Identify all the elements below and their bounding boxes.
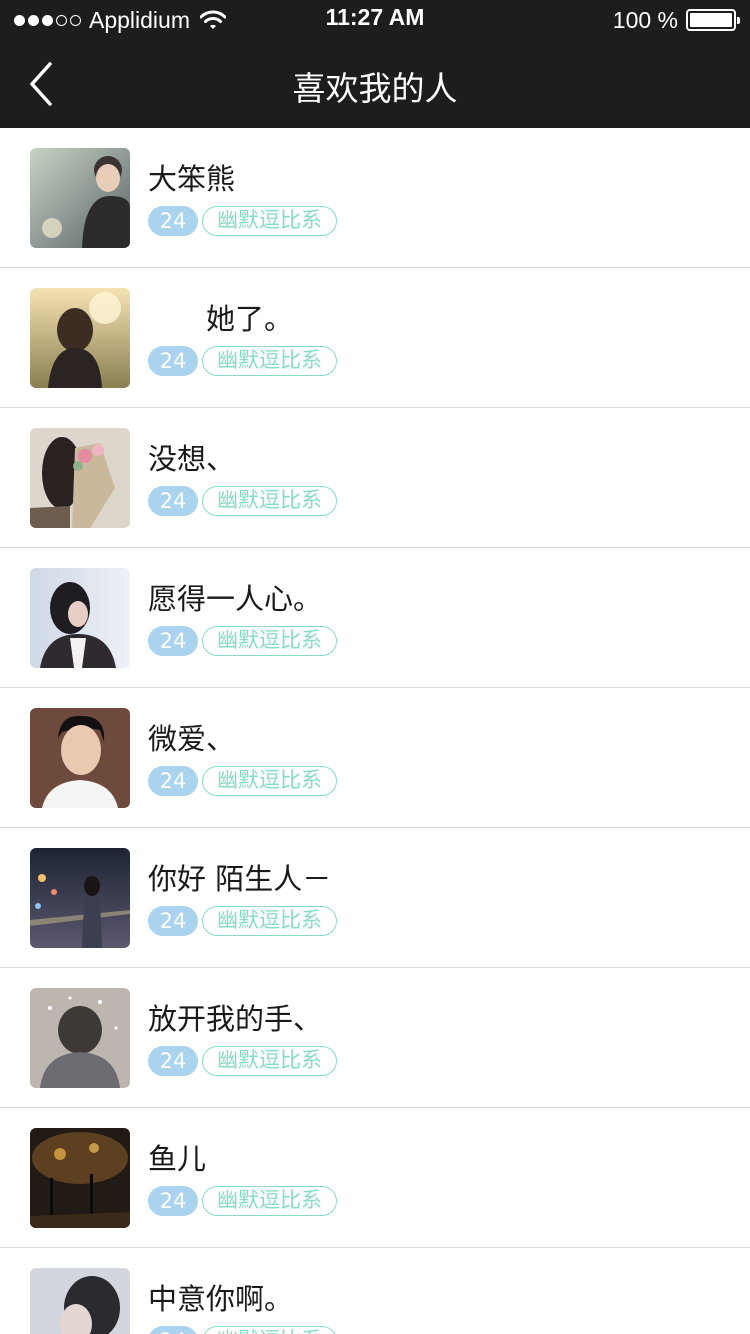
status-right: 100 % bbox=[612, 6, 740, 34]
user-name: 中意你啊。 bbox=[148, 1282, 294, 1316]
user-tags: 24 幽默逗比系 bbox=[148, 626, 337, 656]
status-bar: Applidium 11:27 AM 100 % bbox=[0, 0, 750, 40]
personality-tag: 幽默逗比系 bbox=[202, 1186, 337, 1216]
user-name: 她了。 bbox=[148, 302, 294, 336]
user-tags: 24 幽默逗比系 bbox=[148, 1046, 337, 1076]
personality-tag: 幽默逗比系 bbox=[202, 766, 337, 796]
user-tags: 24 幽默逗比系 bbox=[148, 206, 337, 236]
personality-tag: 幽默逗比系 bbox=[202, 486, 337, 516]
navigation-bar: 喜欢我的人 bbox=[0, 40, 750, 128]
page-title: 喜欢我的人 bbox=[292, 69, 458, 108]
list-item[interactable]: 没想、 24 幽默逗比系 bbox=[0, 408, 750, 548]
list-item[interactable]: 微爱、 24 幽默逗比系 bbox=[0, 688, 750, 828]
personality-tag: 幽默逗比系 bbox=[202, 906, 337, 936]
list-item[interactable]: 鱼儿 24 幽默逗比系 bbox=[0, 1108, 750, 1248]
user-name: 放开我的手、 bbox=[148, 1002, 323, 1036]
battery-percent: 100 % bbox=[612, 6, 678, 33]
age-badge: 24 bbox=[148, 626, 198, 656]
personality-tag: 幽默逗比系 bbox=[202, 626, 337, 656]
personality-tag: 幽默逗比系 bbox=[202, 206, 337, 236]
user-tags: 24 幽默逗比系 bbox=[148, 1326, 337, 1334]
user-tags: 24 幽默逗比系 bbox=[148, 906, 337, 936]
avatar bbox=[30, 1268, 130, 1334]
avatar bbox=[30, 148, 130, 248]
list-item[interactable]: 中意你啊。 24 幽默逗比系 bbox=[0, 1248, 750, 1334]
liked-me-list: 大笨熊 24 幽默逗比系 她了。 24 幽默逗比系 没想、 24 幽默逗比系 愿… bbox=[0, 128, 750, 1334]
age-badge: 24 bbox=[148, 1326, 198, 1334]
list-item[interactable]: 你好 陌生人－ 24 幽默逗比系 bbox=[0, 828, 750, 968]
avatar bbox=[30, 1128, 130, 1228]
user-tags: 24 幽默逗比系 bbox=[148, 486, 337, 516]
age-badge: 24 bbox=[148, 906, 198, 936]
user-tags: 24 幽默逗比系 bbox=[148, 766, 337, 796]
age-badge: 24 bbox=[148, 766, 198, 796]
avatar bbox=[30, 428, 130, 528]
list-item[interactable]: 她了。 24 幽默逗比系 bbox=[0, 268, 750, 408]
personality-tag: 幽默逗比系 bbox=[202, 1046, 337, 1076]
battery-icon bbox=[686, 9, 740, 31]
avatar bbox=[30, 568, 130, 668]
avatar bbox=[30, 988, 130, 1088]
user-tags: 24 幽默逗比系 bbox=[148, 1186, 337, 1216]
avatar bbox=[30, 708, 130, 808]
list-item[interactable]: 大笨熊 24 幽默逗比系 bbox=[0, 128, 750, 268]
user-name: 你好 陌生人－ bbox=[148, 862, 332, 896]
list-item[interactable]: 愿得一人心。 24 幽默逗比系 bbox=[0, 548, 750, 688]
user-name: 大笨熊 bbox=[148, 162, 236, 196]
user-name: 鱼儿 bbox=[148, 1142, 207, 1176]
age-badge: 24 bbox=[148, 1046, 198, 1076]
user-name: 没想、 bbox=[148, 442, 236, 476]
age-badge: 24 bbox=[148, 346, 198, 376]
personality-tag: 幽默逗比系 bbox=[202, 346, 337, 376]
list-item[interactable]: 放开我的手、 24 幽默逗比系 bbox=[0, 968, 750, 1108]
user-name: 愿得一人心。 bbox=[148, 582, 323, 616]
avatar bbox=[30, 288, 130, 388]
age-badge: 24 bbox=[148, 486, 198, 516]
age-badge: 24 bbox=[148, 1186, 198, 1216]
avatar bbox=[30, 848, 130, 948]
top-bar: Applidium 11:27 AM 100 % 喜欢我的人 bbox=[0, 0, 750, 128]
user-tags: 24 幽默逗比系 bbox=[148, 346, 337, 376]
personality-tag: 幽默逗比系 bbox=[202, 1326, 337, 1334]
user-name: 微爱、 bbox=[148, 722, 236, 756]
age-badge: 24 bbox=[148, 206, 198, 236]
